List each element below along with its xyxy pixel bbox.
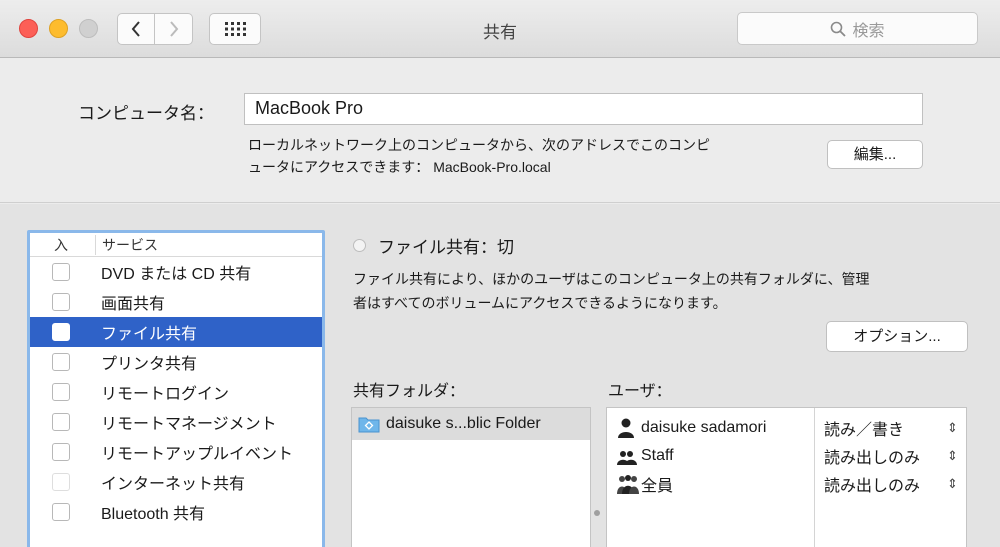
back-button[interactable] [117,13,155,45]
file-sharing-description: ファイル共有により、ほかのユーザはこのコンピュータ上の共有フォルダに、管理 者は… [353,267,973,315]
service-item-bluetooth-sharing[interactable]: Bluetooth 共有 [30,497,322,527]
user-name: daisuke sadamori [641,419,767,436]
address-line-1: ローカルネットワーク上のコンピュータから、次のアドレスでこのコンピ [248,137,710,153]
search-field[interactable]: 検索 [737,12,978,45]
service-checkbox[interactable] [52,383,70,401]
public-folder-icon [358,417,380,433]
service-checkbox[interactable] [52,293,70,311]
computer-name-section: コンピュータ名： MacBook Pro ローカルネットワーク上のコンピュータか… [0,58,1000,203]
users-label: ユーザ： [608,383,672,400]
file-sharing-status-label: ファイル共有：切 [378,238,514,257]
show-all-button[interactable] [209,13,261,45]
service-item-screen-sharing[interactable]: 画面共有 [30,287,322,317]
service-label: プリンタ共有 [101,356,198,373]
service-label: リモートアップルイベント [101,446,294,463]
edit-button[interactable]: 編集... [827,140,923,169]
forward-button[interactable] [155,13,193,45]
service-label: リモートログイン [101,386,230,403]
up-down-arrows-icon: ⇕ [947,448,958,463]
zoom-button[interactable] [79,19,98,38]
shared-folder-item[interactable]: daisuke s...blic Folder [352,408,590,440]
chevron-right-icon [169,21,178,37]
shared-folders-list[interactable]: daisuke s...blic Folder [351,407,591,547]
chevron-left-icon [131,21,140,37]
shared-folder-name: daisuke s...blic Folder [386,415,541,432]
search-placeholder: 検索 [852,22,885,40]
grid-icon [225,22,246,36]
service-item-remote-apple-events[interactable]: リモートアップルイベント [30,437,322,467]
permission-popup[interactable]: 読み出しのみ [824,472,920,496]
user-row[interactable]: daisuke sadamori 読み／書き ⇕ [607,414,966,442]
everyone-icon [617,474,639,494]
service-checkbox[interactable] [52,263,70,281]
service-item-printer-sharing[interactable]: プリンタ共有 [30,347,322,377]
permission-popup[interactable]: 読み／書き [824,416,904,440]
header-on[interactable]: 入 [30,234,96,255]
service-list[interactable]: 入 サービス DVD または CD 共有 画面共有 ファイル共有 プリンタ共有 … [27,230,325,547]
title-bar: 共有 検索 [0,0,1000,58]
service-label: インターネット共有 [101,476,246,493]
file-sharing-status: ファイル共有：切 [353,233,514,258]
computer-name-field[interactable]: MacBook Pro [244,93,923,125]
service-list-header: 入 サービス [30,233,322,257]
service-item-dvd[interactable]: DVD または CD 共有 [30,257,322,287]
service-checkbox[interactable] [52,503,70,521]
address-line-2: ュータにアクセスできます： MacBook-Pro.local [248,159,551,175]
service-checkbox[interactable] [52,413,70,431]
split-view-handle[interactable] [594,510,600,516]
close-button[interactable] [19,19,38,38]
user-name: 全員 [641,478,674,495]
window-title: 共有 [483,23,517,42]
service-label: リモートマネージメント [101,416,277,433]
user-name: Staff [641,447,674,464]
service-label: ファイル共有 [101,326,198,343]
user-row[interactable]: 全員 読み出しのみ ⇕ [607,470,966,498]
description-line-2: 者はすべてのボリュームにアクセスできるようになります。 [353,295,727,311]
status-indicator-icon [353,239,366,252]
shared-folders-label: 共有フォルダ： [353,383,466,400]
service-label: 画面共有 [101,296,166,313]
service-item-internet-sharing[interactable]: インターネット共有 [30,467,322,497]
service-checkbox[interactable] [52,443,70,461]
service-label: Bluetooth 共有 [101,506,206,523]
service-item-file-sharing[interactable]: ファイル共有 [30,317,322,347]
search-icon [831,21,847,37]
up-down-arrows-icon: ⇕ [947,420,958,435]
users-list[interactable]: daisuke sadamori 読み／書き ⇕ Staff 読み出しのみ ⇕ … [606,407,967,547]
address-description: ローカルネットワーク上のコンピュータから、次のアドレスでこのコンピ ュータにアク… [248,134,808,178]
up-down-arrows-icon: ⇕ [947,476,958,491]
service-item-remote-login[interactable]: リモートログイン [30,377,322,407]
sharing-pane: 入 サービス DVD または CD 共有 画面共有 ファイル共有 プリンタ共有 … [0,204,1000,547]
service-item-remote-management[interactable]: リモートマネージメント [30,407,322,437]
service-checkbox[interactable] [52,353,70,371]
service-label: DVD または CD 共有 [101,266,252,283]
user-icon [617,418,639,438]
minimize-button[interactable] [49,19,68,38]
options-button[interactable]: オプション... [826,321,968,352]
user-row[interactable]: Staff 読み出しのみ ⇕ [607,442,966,470]
service-checkbox[interactable] [52,473,70,491]
permission-popup[interactable]: 読み出しのみ [824,444,920,468]
group-icon [617,447,639,465]
header-service[interactable]: サービス [96,235,158,255]
service-checkbox[interactable] [52,323,70,341]
description-line-1: ファイル共有により、ほかのユーザはこのコンピュータ上の共有フォルダに、管理 [353,271,870,287]
computer-name-label: コンピュータ名： [78,104,214,123]
